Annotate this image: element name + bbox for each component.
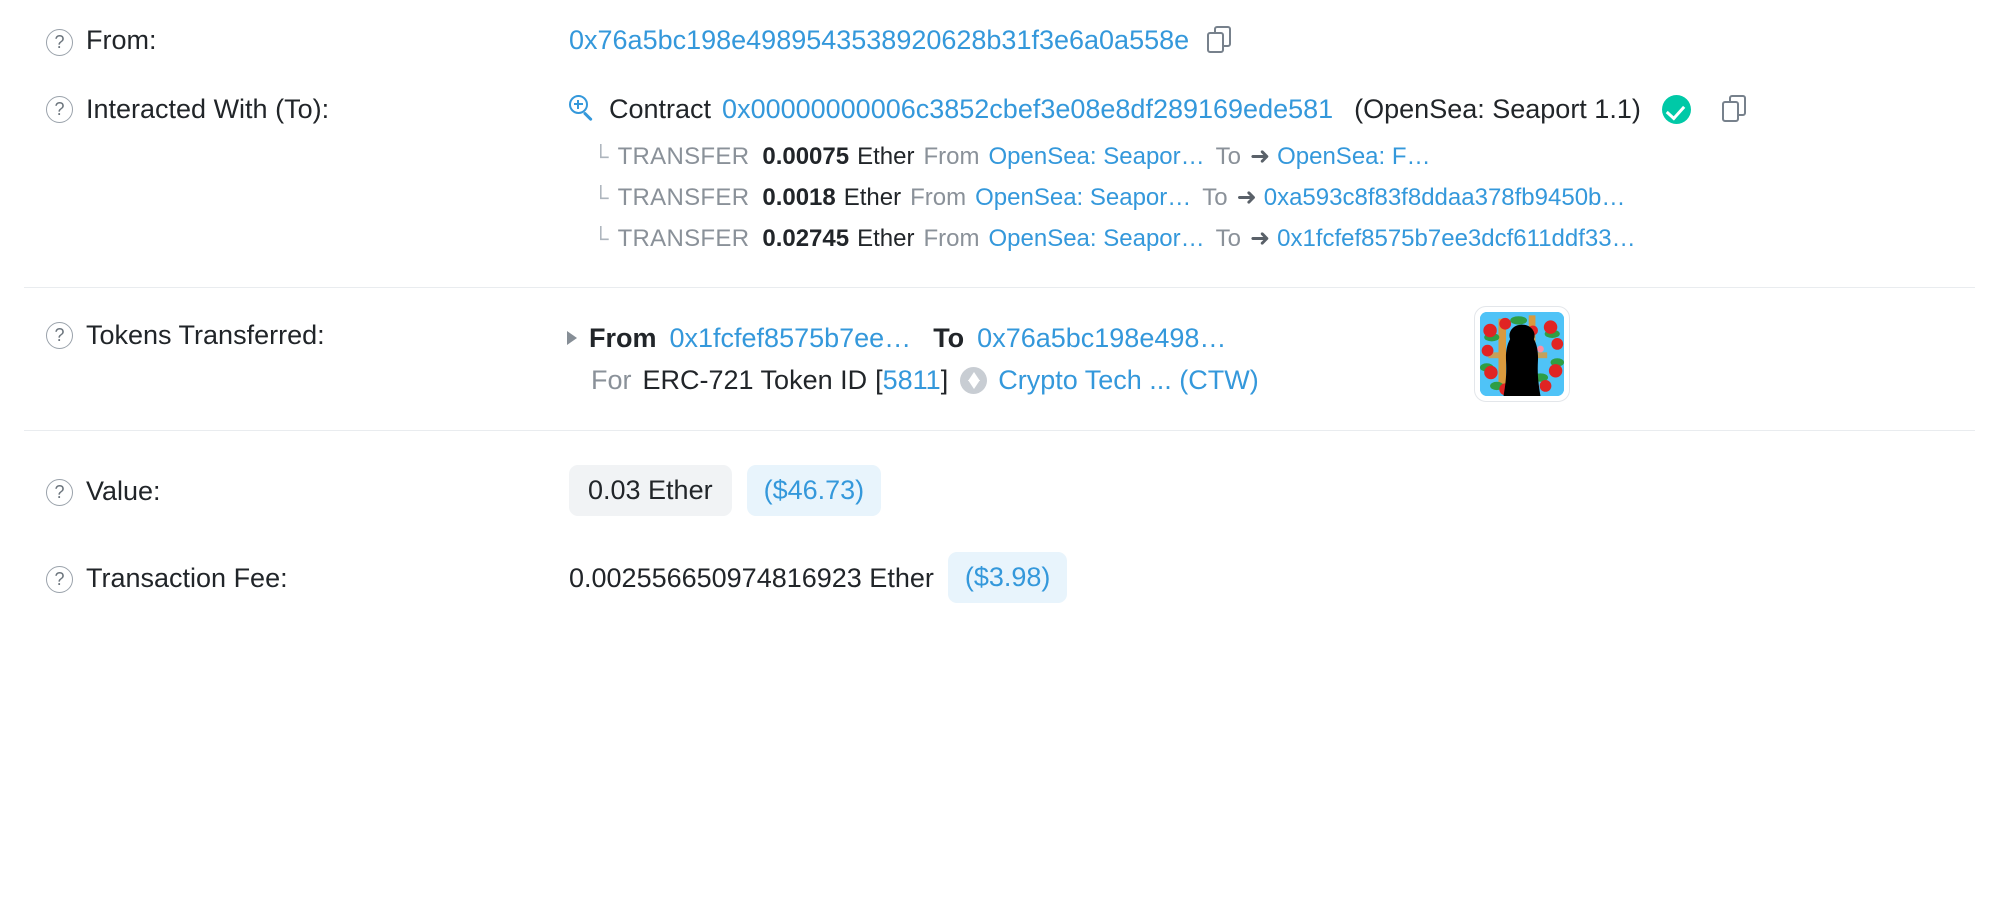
token-for-word: For bbox=[591, 365, 632, 395]
internal-transfer-row: └ TRANSFER 0.00075 Ether From OpenSea: S… bbox=[569, 136, 1975, 177]
token-to-word: To bbox=[933, 323, 965, 353]
transfer-to-word: To bbox=[1215, 143, 1241, 170]
tree-elbow-icon: └ bbox=[593, 226, 609, 251]
value-ether-badge: 0.03 Ether bbox=[569, 465, 732, 516]
value-label-cell: ? Value: bbox=[24, 474, 569, 508]
help-icon[interactable]: ? bbox=[46, 479, 73, 506]
transaction-fee-row: ? Transaction Fee: 0.002556650974816923 … bbox=[24, 516, 1975, 603]
from-row: ? From: 0x76a5bc198e4989543538920628b31f… bbox=[24, 0, 1975, 80]
tree-elbow-icon: └ bbox=[593, 144, 609, 169]
transfer-from-party[interactable]: OpenSea: Seapor… bbox=[988, 218, 1204, 259]
transaction-fee-ether: 0.002556650974816923 Ether bbox=[569, 562, 934, 593]
chevron-right-icon[interactable] bbox=[567, 331, 577, 345]
token-transfer-item: From 0x1fcfef8575b7ee… To 0x76a5bc198e49… bbox=[567, 306, 1975, 402]
verified-check-icon bbox=[1661, 94, 1691, 124]
transaction-fee-usd-badge[interactable]: ($3.98) bbox=[947, 552, 1068, 603]
tokens-transferred-value-cell: From 0x1fcfef8575b7ee… To 0x76a5bc198e49… bbox=[567, 306, 1975, 402]
token-detail-line: For ERC-721 Token ID [ 5811 ] Crypto Tec… bbox=[569, 358, 1975, 402]
help-icon[interactable]: ? bbox=[46, 322, 73, 349]
transfer-to-word: To bbox=[1202, 184, 1228, 211]
token-standard: ERC-721 Token ID bbox=[642, 365, 868, 395]
from-label: From: bbox=[86, 25, 157, 55]
copy-icon[interactable] bbox=[1721, 95, 1748, 123]
transfer-to-word: To bbox=[1215, 225, 1241, 252]
tree-elbow-icon: └ bbox=[593, 185, 609, 210]
transfer-to-party[interactable]: 0xa593c8f83f8ddaa378fb9450b… bbox=[1264, 177, 1626, 218]
contract-line: Contract 0x00000000006c3852cbef3e08e8df2… bbox=[569, 92, 1975, 126]
token-to-address[interactable]: 0x76a5bc198e498… bbox=[977, 318, 1226, 358]
help-icon[interactable]: ? bbox=[46, 566, 73, 593]
transfer-unit: Ether bbox=[843, 184, 902, 211]
bracket-close: ] bbox=[940, 365, 949, 395]
transfer-to-party[interactable]: 0x1fcfef8575b7ee3dcf611ddf33… bbox=[1277, 218, 1636, 259]
transaction-fee-label-cell: ? Transaction Fee: bbox=[24, 561, 569, 595]
internal-transfer-row: └ TRANSFER 0.0018 Ether From OpenSea: Se… bbox=[569, 177, 1975, 218]
interacted-with-label-cell: ? Interacted With (To): bbox=[24, 92, 569, 126]
value-usd-badge[interactable]: ($46.73) bbox=[746, 465, 882, 516]
value-value-cell: 0.03 Ether ($46.73) bbox=[569, 465, 1975, 516]
internal-transfers-list: └ TRANSFER 0.00075 Ether From OpenSea: S… bbox=[569, 136, 1975, 259]
token-id-link[interactable]: 5811 bbox=[883, 358, 941, 402]
token-collection-link[interactable]: Crypto Tech ... (CTW) bbox=[998, 358, 1259, 402]
arrow-right-icon: ➜ bbox=[1236, 184, 1257, 211]
contract-name-tag: (OpenSea: Seaport 1.1) bbox=[1354, 94, 1641, 124]
transfer-from-party[interactable]: OpenSea: Seapor… bbox=[988, 136, 1204, 177]
transfer-unit: Ether bbox=[857, 225, 915, 252]
transfer-from-party[interactable]: OpenSea: Seapor… bbox=[975, 177, 1191, 218]
transfer-from-word: From bbox=[923, 225, 980, 252]
transfer-kind: TRANSFER bbox=[617, 143, 750, 170]
interacted-with-row: ? Interacted With (To): Contract 0x00000… bbox=[24, 80, 1975, 259]
internal-transfer-row: └ TRANSFER 0.02745 Ether From OpenSea: S… bbox=[569, 218, 1975, 259]
token-from-word: From bbox=[589, 323, 657, 353]
tokens-transferred-label-cell: ? Tokens Transferred: bbox=[24, 318, 569, 352]
transfer-unit: Ether bbox=[857, 143, 915, 170]
transfer-from-word: From bbox=[923, 143, 980, 170]
transfer-amount: 0.02745 bbox=[762, 225, 850, 252]
token-from-address[interactable]: 0x1fcfef8575b7ee… bbox=[670, 318, 912, 358]
transaction-fee-label: Transaction Fee: bbox=[86, 562, 288, 593]
bracket-open: [ bbox=[875, 365, 883, 395]
arrow-right-icon: ➜ bbox=[1249, 225, 1271, 252]
from-label-cell: ? From: bbox=[24, 23, 569, 57]
value-row: ? Value: 0.03 Ether ($46.73) bbox=[24, 431, 1975, 516]
tokens-transferred-row: ? Tokens Transferred: From 0x1fcfef8575b… bbox=[24, 288, 1975, 402]
from-address-link[interactable]: 0x76a5bc198e4989543538920628b31f3e6a0a55… bbox=[569, 23, 1189, 57]
copy-icon[interactable] bbox=[1207, 26, 1233, 54]
value-label: Value: bbox=[86, 475, 161, 506]
transfer-amount: 0.0018 bbox=[762, 184, 836, 211]
help-icon[interactable]: ? bbox=[46, 28, 73, 56]
transfer-to-party[interactable]: OpenSea: F… bbox=[1277, 136, 1430, 177]
transfer-amount: 0.00075 bbox=[762, 143, 850, 170]
search-plus-icon[interactable] bbox=[569, 95, 597, 123]
nft-thumbnail[interactable] bbox=[1474, 306, 1570, 402]
token-transfer-parties: From 0x1fcfef8575b7ee… To 0x76a5bc198e49… bbox=[567, 318, 1975, 358]
transfer-from-word: From bbox=[910, 184, 967, 211]
transaction-details-panel: ? From: 0x76a5bc198e4989543538920628b31f… bbox=[0, 0, 1999, 603]
arrow-right-icon: ➜ bbox=[1249, 143, 1271, 170]
transfer-kind: TRANSFER bbox=[617, 184, 750, 211]
transaction-fee-value-cell: 0.002556650974816923 Ether ($3.98) bbox=[569, 552, 1975, 603]
from-value-cell: 0x76a5bc198e4989543538920628b31f3e6a0a55… bbox=[569, 23, 1975, 57]
contract-word: Contract bbox=[609, 94, 712, 124]
nft-artwork bbox=[1480, 312, 1564, 396]
transfer-kind: TRANSFER bbox=[617, 225, 750, 252]
interacted-with-value-cell: Contract 0x00000000006c3852cbef3e08e8df2… bbox=[569, 92, 1975, 259]
nft-artwork-svg bbox=[1480, 312, 1564, 396]
tokens-transferred-label: Tokens Transferred: bbox=[86, 320, 325, 350]
contract-address-link[interactable]: 0x00000000006c3852cbef3e08e8df289169ede5… bbox=[722, 92, 1333, 126]
interacted-with-label: Interacted With (To): bbox=[86, 94, 330, 124]
help-icon[interactable]: ? bbox=[46, 96, 73, 123]
ethereum-diamond-icon bbox=[960, 366, 988, 394]
